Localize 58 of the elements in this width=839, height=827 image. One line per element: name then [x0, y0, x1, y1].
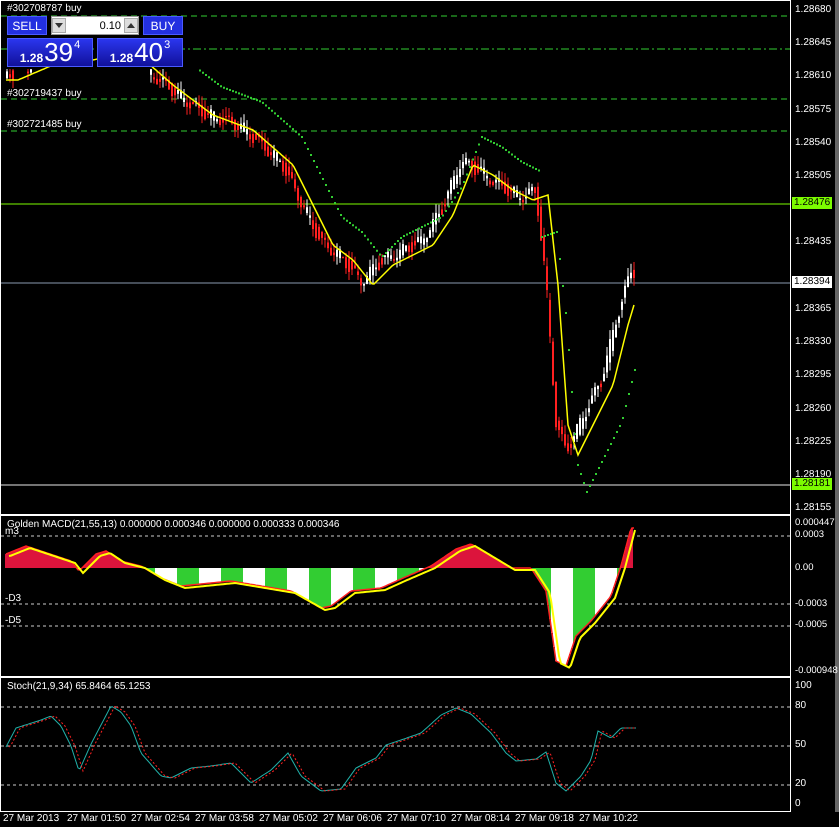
price-prefix: 1.28 — [110, 51, 134, 65]
time-axis-label: 27 Mar 06:06 — [323, 813, 382, 825]
time-axis-label: 27 Mar 01:50 — [67, 813, 126, 825]
price-axis-label: 1.28680 — [795, 4, 832, 16]
stochastic-axis-label: 0 — [795, 798, 801, 810]
price-marker: 1.28181 — [792, 478, 832, 490]
price-axis-label: 1.28155 — [795, 502, 832, 514]
stochastic-axis-label: 50 — [795, 739, 806, 751]
order-label: #302708787 buy — [7, 3, 82, 15]
order-label: #302721485 buy — [7, 119, 82, 131]
price-axis-label: 1.28190 — [795, 469, 832, 480]
volume-field[interactable]: 0.10 — [51, 16, 139, 35]
indicator-title: Stoch(21,9,34) 65.8464 65.1253 — [7, 681, 150, 693]
price-marker: 1.28394 — [792, 276, 832, 288]
price-axis-label: 1.28540 — [795, 137, 832, 149]
time-axis-label: 27 Mar 07:10 — [387, 813, 446, 825]
stochastic-axis-label: 100 — [795, 680, 812, 692]
level-label: -D5 — [5, 615, 22, 627]
increase-button[interactable] — [124, 18, 138, 33]
buy-button[interactable]: BUY — [143, 16, 183, 35]
price-marker: 1.28476 — [792, 197, 832, 209]
price-pips: 40 — [134, 39, 164, 66]
price-pips: 39 — [44, 39, 74, 66]
order-label: #302719437 buy — [7, 88, 82, 100]
time-axis-label: 27 Mar 09:18 — [515, 813, 574, 825]
time-axis-label: 27 Mar 08:14 — [451, 813, 510, 825]
macd-axis-label: -0.000948 — [795, 665, 838, 677]
up-triangle-icon — [127, 23, 135, 28]
macd-axis-label: -0.0005 — [795, 619, 828, 631]
time-axis-label: 27 Mar 2013 — [3, 813, 60, 825]
macd-axis-label: 0.000447 — [795, 517, 835, 529]
price-axis-label: 1.28505 — [795, 170, 832, 182]
stochastic-axis-label: 80 — [795, 700, 806, 712]
price-fraction: 4 — [74, 39, 80, 51]
price-axis-label: 1.28365 — [795, 303, 832, 315]
time-axis-label: 27 Mar 05:02 — [259, 813, 318, 825]
price-axis-label: 1.28610 — [795, 70, 832, 82]
level-label: m3 — [5, 526, 19, 538]
sell-button[interactable]: SELL — [7, 16, 47, 35]
price-axis-label: 1.28575 — [795, 104, 832, 116]
time-axis-label: 27 Mar 02:54 — [131, 813, 190, 825]
price-axis-label: 1.28435 — [795, 236, 832, 248]
price-axis-label: 1.28260 — [795, 403, 832, 415]
level-label: -D3 — [5, 593, 22, 605]
macd-axis-label: -0.0003 — [795, 598, 828, 610]
stochastic-axis-label: 20 — [795, 778, 806, 790]
price-axis-label: 1.28330 — [795, 336, 832, 348]
price-prefix: 1.28 — [20, 51, 44, 65]
time-axis-label: 27 Mar 10:22 — [579, 813, 638, 825]
price-axis-label: 1.28295 — [795, 369, 832, 381]
price-axis-label: 1.28225 — [795, 436, 832, 448]
decrease-button[interactable] — [52, 18, 66, 33]
price-axis-label: 1.28645 — [795, 37, 832, 49]
macd-axis-label: 0.00 — [795, 562, 814, 574]
down-triangle-icon — [55, 23, 63, 28]
time-axis-label: 27 Mar 03:58 — [195, 813, 254, 825]
macd-axis-label: 0.0003 — [795, 529, 824, 541]
price-fraction: 3 — [164, 39, 170, 51]
